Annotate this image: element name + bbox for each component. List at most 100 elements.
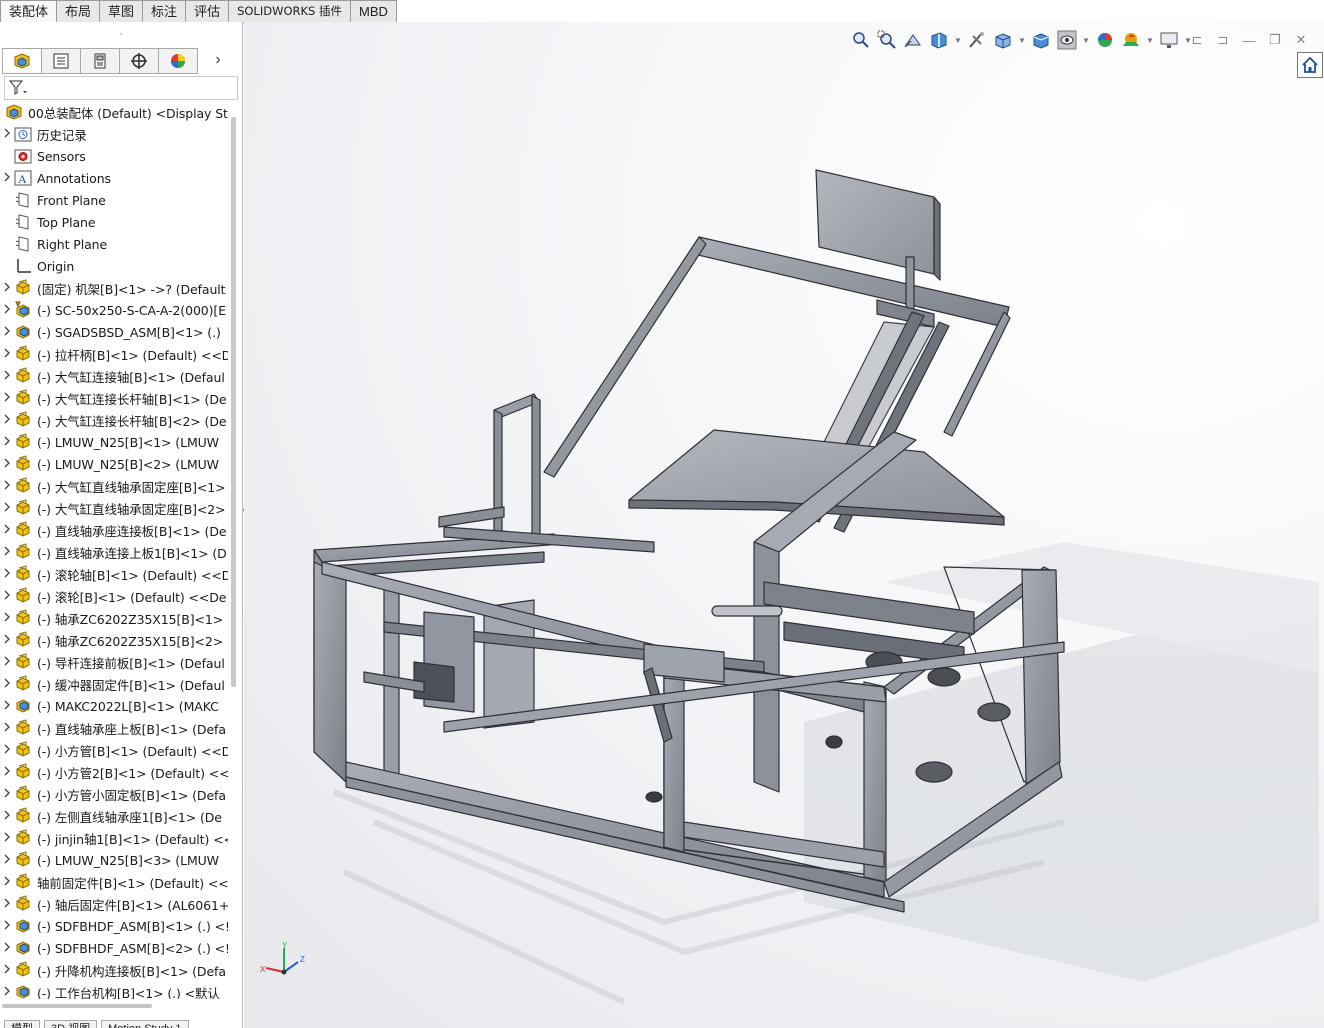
- tree-item[interactable]: A Annotations: [0, 167, 228, 189]
- expand-arrow-icon[interactable]: [0, 634, 14, 646]
- expand-arrow-icon[interactable]: [0, 986, 14, 998]
- tree-item[interactable]: (-) 大气缸直线轴承固定座[B]<1>: [0, 475, 228, 497]
- tab-displaymanager[interactable]: [159, 48, 198, 74]
- command-tab[interactable]: 布局: [57, 0, 101, 23]
- tree-item[interactable]: 历史记录: [0, 123, 228, 145]
- expand-arrow-icon[interactable]: [0, 744, 14, 756]
- tree-item[interactable]: (-) 大气缸直线轴承固定座[B]<2>: [0, 497, 228, 519]
- command-tab[interactable]: 草图: [100, 0, 144, 23]
- tree-filter-bar[interactable]: [4, 76, 238, 100]
- tree-item[interactable]: Top Plane: [0, 211, 228, 233]
- tree-item[interactable]: (-) 导杆连接前板[B]<1> (Defaul: [0, 651, 228, 673]
- more-tabs-button[interactable]: ›: [198, 48, 238, 72]
- expand-arrow-icon[interactable]: [0, 546, 14, 558]
- expand-arrow-icon[interactable]: [0, 876, 14, 888]
- graphics-area[interactable]: ▼ ▼ ▼ ▼ ▼ ⊏ ⊐ — ❐ ✕ Y Z X: [244, 22, 1324, 1028]
- tree-item[interactable]: (-) 小方管[B]<1> (Default) <<D: [0, 739, 228, 761]
- tab-configurationmanager[interactable]: [81, 48, 120, 74]
- tree-item[interactable]: (固定) 机架[B]<1> ->? (Default: [0, 277, 228, 299]
- expand-arrow-icon[interactable]: [0, 612, 14, 624]
- tree-item[interactable]: (-) SDFBHDF_ASM[B]<2> (.) <!: [0, 937, 228, 959]
- tree-item[interactable]: (-) MAKC2022L[B]<1> (MAKC: [0, 695, 228, 717]
- bottom-tab[interactable]: Motion Study 1: [101, 1020, 189, 1028]
- expand-arrow-icon[interactable]: [0, 414, 14, 426]
- expand-arrow-icon[interactable]: [0, 524, 14, 536]
- command-tab[interactable]: SOLIDWORKS 插件: [229, 0, 351, 23]
- tree-item[interactable]: 轴前固定件[B]<1> (Default) <<: [0, 871, 228, 893]
- expand-arrow-icon[interactable]: [0, 810, 14, 822]
- tree-item[interactable]: (-) 直线轴承连接上板1[B]<1> (D: [0, 541, 228, 563]
- expand-arrow-icon[interactable]: [0, 502, 14, 514]
- command-tab[interactable]: 装配体: [0, 0, 58, 23]
- tab-featuremanager[interactable]: [2, 48, 42, 74]
- expand-arrow-icon[interactable]: [0, 788, 14, 800]
- expand-arrow-icon[interactable]: [0, 700, 14, 712]
- tree-vertical-scrollbar[interactable]: [230, 117, 238, 997]
- expand-arrow-icon[interactable]: [0, 722, 14, 734]
- expand-arrow-icon[interactable]: [0, 370, 14, 382]
- tree-item[interactable]: (-) 大气缸连接长杆轴[B]<2> (De: [0, 409, 228, 431]
- expand-arrow-icon[interactable]: [0, 128, 14, 140]
- tree-item[interactable]: (-) 小方管2[B]<1> (Default) <<: [0, 761, 228, 783]
- expand-arrow-icon[interactable]: [0, 766, 14, 778]
- tree-item[interactable]: (-) 直线轴承座上板[B]<1> (Defa: [0, 717, 228, 739]
- bottom-tab[interactable]: 模型: [4, 1020, 40, 1028]
- expand-arrow-icon[interactable]: [0, 854, 14, 866]
- tree-item[interactable]: (-) 工作台机构[B]<1> (.) <默认_: [0, 981, 228, 999]
- tree-item[interactable]: Right Plane: [0, 233, 228, 255]
- tree-item[interactable]: (-) 轴后固定件[B]<1> (AL6061+: [0, 893, 228, 915]
- tree-item[interactable]: Sensors: [0, 145, 228, 167]
- expand-arrow-icon[interactable]: [0, 348, 14, 360]
- tree-item[interactable]: (-) SGADSBSD_ASM[B]<1> (.): [0, 321, 228, 343]
- tab-dimxpertmanager[interactable]: [120, 48, 159, 74]
- tree-item[interactable]: Front Plane: [0, 189, 228, 211]
- tree-horizontal-scrollbar[interactable]: [2, 1002, 238, 1010]
- tree-item[interactable]: (-) LMUW_N25[B]<1> (LMUW: [0, 431, 228, 453]
- tree-item[interactable]: (-) 升降机构连接板[B]<1> (Defa: [0, 959, 228, 981]
- tree-item[interactable]: (-) 小方管小固定板[B]<1> (Defa: [0, 783, 228, 805]
- command-tab[interactable]: MBD: [351, 0, 397, 23]
- expand-arrow-icon[interactable]: [0, 326, 14, 338]
- scroll-thumb[interactable]: [231, 117, 236, 687]
- panel-grip[interactable]: ◦: [0, 22, 242, 48]
- tree-item[interactable]: (-) 滚轮[B]<1> (Default) <<De: [0, 585, 228, 607]
- tree-item[interactable]: (-) 大气缸连接长杆轴[B]<1> (De: [0, 387, 228, 409]
- tree-item[interactable]: (-) 直线轴承座连接板[B]<1> (De: [0, 519, 228, 541]
- expand-arrow-icon[interactable]: [0, 898, 14, 910]
- expand-arrow-icon[interactable]: [0, 304, 14, 316]
- tree-item[interactable]: (-) 轴承ZC6202Z35X15[B]<1> (: [0, 607, 228, 629]
- expand-arrow-icon[interactable]: [0, 920, 14, 932]
- tree-item[interactable]: (-) LMUW_N25[B]<3> (LMUW: [0, 849, 228, 871]
- expand-arrow-icon[interactable]: [0, 480, 14, 492]
- tree-item[interactable]: (-) jinjin轴1[B]<1> (Default) <<: [0, 827, 228, 849]
- tree-item[interactable]: (-) 拉杆柄[B]<1> (Default) <<D: [0, 343, 228, 365]
- tree-item[interactable]: (-) SC-50x250-S-CA-A-2(000)[E: [0, 299, 228, 321]
- tree-item[interactable]: (-) 左侧直线轴承座1[B]<1> (De: [0, 805, 228, 827]
- expand-arrow-icon[interactable]: [0, 590, 14, 602]
- expand-arrow-icon[interactable]: [0, 172, 14, 184]
- expand-arrow-icon[interactable]: [0, 436, 14, 448]
- expand-arrow-icon[interactable]: [0, 678, 14, 690]
- tree-item[interactable]: (-) 滚轮轴[B]<1> (Default) <<D: [0, 563, 228, 585]
- tree-item[interactable]: (-) LMUW_N25[B]<2> (LMUW: [0, 453, 228, 475]
- tree-item[interactable]: (-) 轴承ZC6202Z35X15[B]<2> (: [0, 629, 228, 651]
- expand-arrow-icon[interactable]: [0, 964, 14, 976]
- expand-arrow-icon[interactable]: [0, 656, 14, 668]
- tree-item[interactable]: (-) 缓冲器固定件[B]<1> (Defaul: [0, 673, 228, 695]
- expand-arrow-icon[interactable]: [0, 392, 14, 404]
- expand-arrow-icon[interactable]: [0, 458, 14, 470]
- expand-arrow-icon[interactable]: [0, 282, 14, 294]
- command-tab[interactable]: 评估: [186, 0, 230, 23]
- tree-root[interactable]: 00总装配体 (Default) <Display Stat: [0, 101, 228, 123]
- filter-icon[interactable]: [8, 78, 30, 98]
- tab-propertymanager[interactable]: [42, 48, 81, 74]
- command-tab[interactable]: 标注: [143, 0, 187, 23]
- tree-item[interactable]: (-) SDFBHDF_ASM[B]<1> (.) <!: [0, 915, 228, 937]
- bottom-tab[interactable]: 3D 视图: [44, 1020, 98, 1028]
- scroll-thumb-horizontal[interactable]: [2, 1004, 152, 1008]
- expand-arrow-icon[interactable]: [0, 832, 14, 844]
- tree-item[interactable]: (-) 大气缸连接轴[B]<1> (Defaul: [0, 365, 228, 387]
- expand-arrow-icon[interactable]: [0, 942, 14, 954]
- expand-arrow-icon[interactable]: [0, 568, 14, 580]
- tree-item[interactable]: Origin: [0, 255, 228, 277]
